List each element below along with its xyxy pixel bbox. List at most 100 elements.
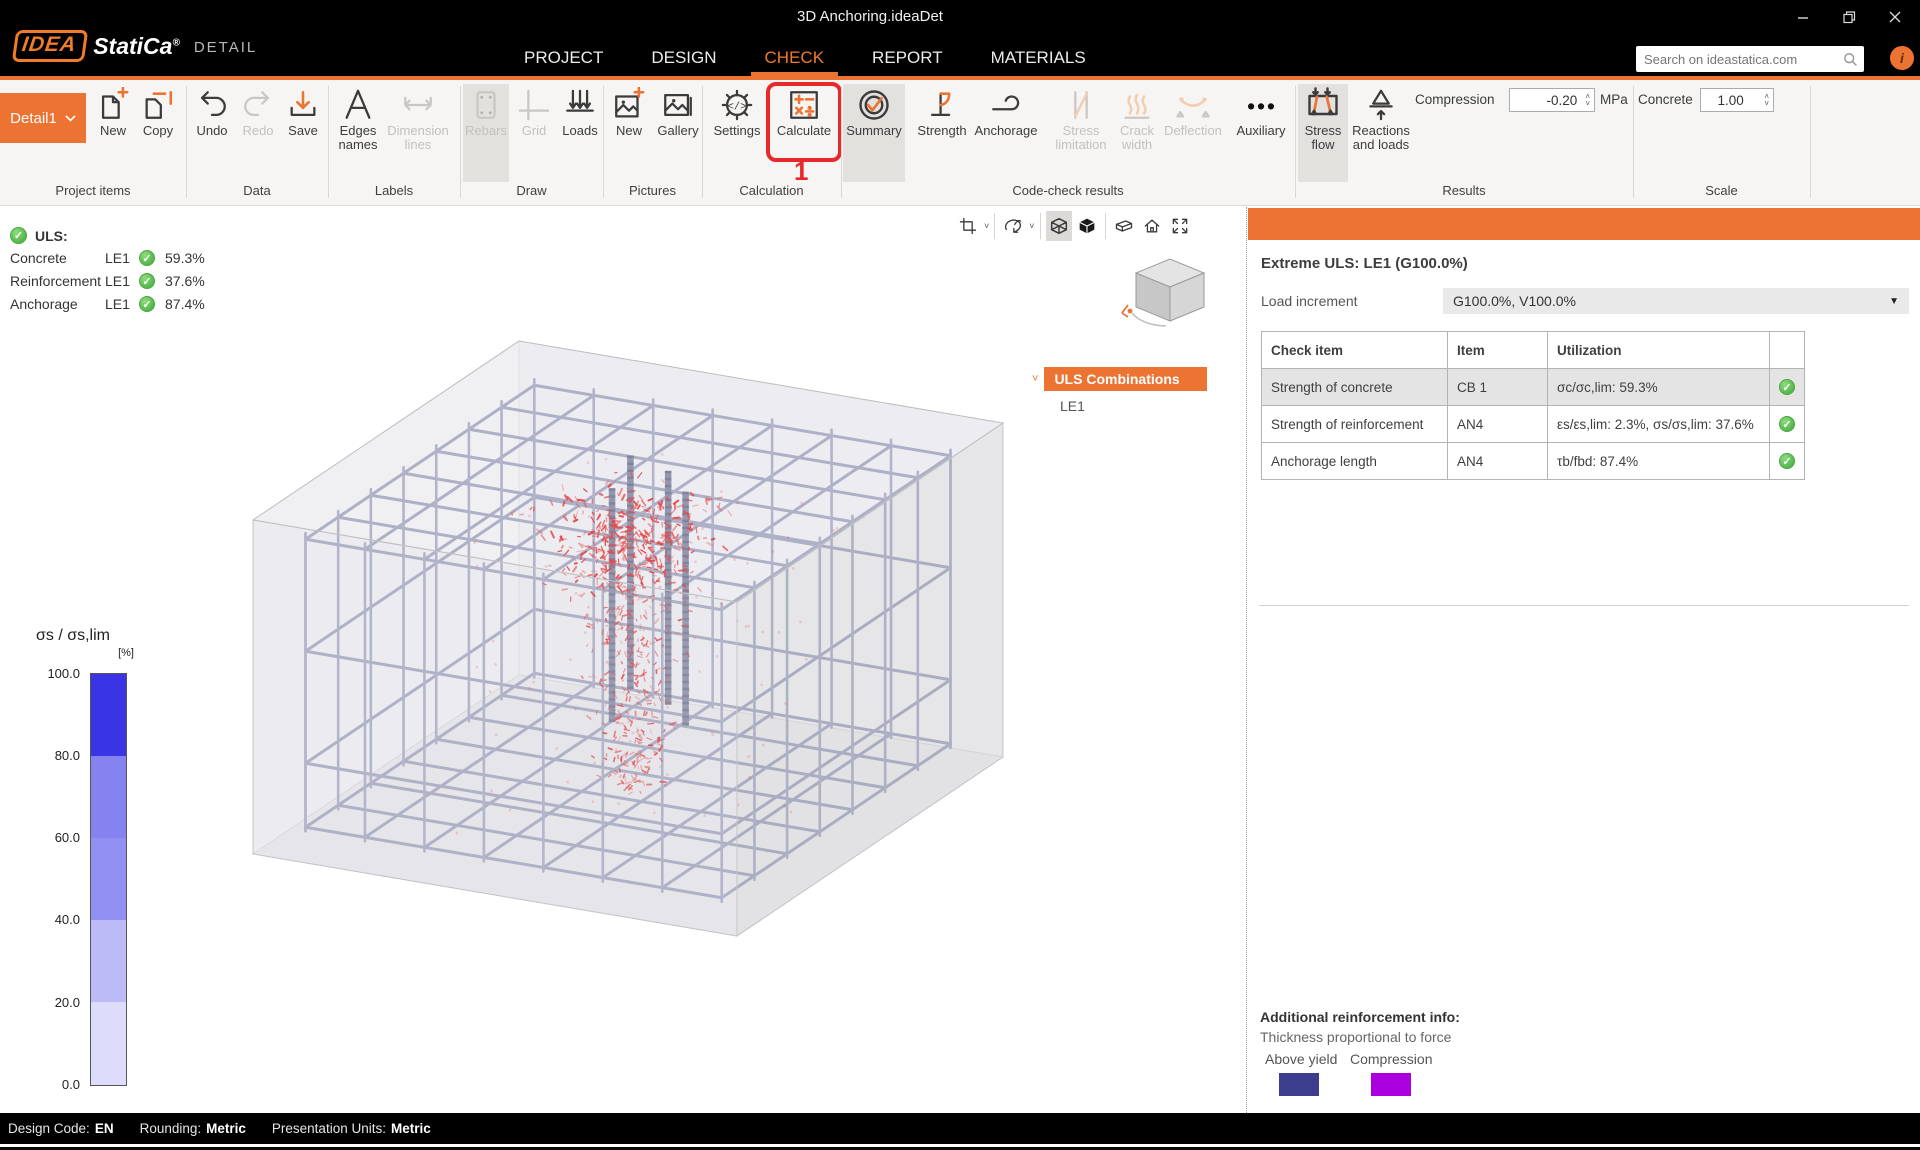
anchorage-button[interactable]: Anchorage [972, 84, 1040, 182]
compression-legend-label: Compression [1350, 1051, 1433, 1067]
dimension-lines-button: Dimension lines [386, 84, 450, 182]
spinner-arrows-icon[interactable]: ˄ ˅ [1760, 92, 1773, 107]
check-ok-icon: ✓ [1779, 453, 1795, 469]
orbit-tool-icon[interactable] [1000, 211, 1026, 241]
product-name: DETAIL [193, 39, 258, 56]
table-row[interactable]: Strength of concrete CB 1 σc/σc,lim: 59.… [1261, 368, 1805, 406]
legend-title: σs / σs,lim [36, 627, 110, 644]
status-design-code: Design Code: EN [8, 1121, 114, 1136]
check-results-table: Check item Item Utilization Strength of … [1261, 331, 1805, 480]
auxiliary-button[interactable]: Auxiliary [1231, 84, 1291, 182]
group-draw: Draw [516, 183, 547, 198]
svg-text:</>: </> [727, 101, 746, 113]
rebars-icon [476, 91, 496, 119]
picture-new-button[interactable]: New [607, 84, 651, 182]
legend-tick: 0.0 [61, 1077, 80, 1092]
dimension-arrow-icon [404, 96, 432, 111]
dropdown-arrow-icon: ▼ [1889, 295, 1899, 307]
undo-button[interactable]: Undo [190, 84, 234, 182]
navigation-cube[interactable] [1118, 247, 1218, 333]
copy-icon [145, 90, 173, 119]
info-icon[interactable]: i [1890, 46, 1914, 70]
wireframe-view-icon[interactable] [1045, 211, 1072, 241]
result-color-legend: σs / σs,lim [%] 100.0 80.0 60.0 40.0 20.… [28, 627, 148, 1092]
results-panel: Extreme ULS: LE1 (G100.0%) Load incremen… [1246, 207, 1920, 1113]
search-box[interactable] [1636, 46, 1864, 72]
search-input[interactable] [1642, 50, 1843, 68]
idea-statica-logo: IDEA StatiCa® DETAIL [11, 30, 258, 62]
status-presentation-units: Presentation Units: Metric [271, 1121, 431, 1136]
panel-header-bar [1248, 208, 1920, 240]
new-picture-icon [615, 87, 645, 118]
copy-item-button[interactable]: Copy [136, 84, 180, 182]
tab-design[interactable]: DESIGN [627, 40, 740, 76]
summary-button[interactable]: Summary [843, 84, 905, 182]
group-results: Results [1442, 183, 1486, 198]
compression-input[interactable]: -0.20 ˄ ˅ [1509, 88, 1595, 112]
additional-info-title: Additional reinforcement info: [1260, 1009, 1460, 1025]
detail-selector-dropdown[interactable]: Detail1 [0, 93, 86, 143]
settings-button[interactable]: </> Settings [708, 84, 766, 182]
deflection-icon [1176, 97, 1210, 118]
maximize-button[interactable] [1826, 4, 1872, 30]
reactions-icon [1369, 89, 1393, 121]
tab-check[interactable]: CHECK [741, 40, 849, 80]
save-button[interactable]: Save [281, 84, 325, 182]
group-code-check-results: Code-check results [1012, 183, 1124, 198]
search-icon [1844, 52, 1857, 66]
strength-button[interactable]: Strength [911, 84, 973, 182]
tab-report[interactable]: REPORT [848, 40, 967, 76]
summary-check-icon [859, 90, 889, 120]
legend-color-bar [90, 673, 127, 1086]
table-row[interactable]: Strength of reinforcement AN4 εs/εs,lim:… [1261, 405, 1805, 443]
fullscreen-icon[interactable] [1167, 211, 1193, 241]
above-yield-label: Above yield [1265, 1051, 1338, 1067]
chevron-down-icon[interactable]: ˅ [1029, 221, 1034, 231]
calculate-icon [790, 91, 818, 119]
grid-button: Grid [512, 84, 556, 182]
edges-names-button[interactable]: Edges names [330, 84, 386, 182]
concrete-scale-input[interactable]: 1.00 ˄ ˅ [1700, 88, 1774, 112]
stress-limitation-button: Stress limitation [1048, 84, 1114, 182]
check-ok-icon: ✓ [1779, 416, 1795, 432]
crack-width-icon [1124, 93, 1150, 119]
legend-tick: 80.0 [54, 748, 80, 763]
chevron-down-icon[interactable]: ˅ [1032, 373, 1038, 385]
extreme-uls-title: Extreme ULS: LE1 (G100.0%) [1261, 255, 1468, 272]
close-button[interactable] [1872, 4, 1918, 30]
deflection-button: Deflection [1162, 84, 1224, 182]
chevron-down-icon[interactable]: ˅ [984, 221, 989, 231]
check-ok-icon: ✓ [139, 273, 155, 289]
stress-flow-button[interactable]: Stress flow [1298, 84, 1348, 182]
reactions-loads-button[interactable]: Reactions and loads [1348, 84, 1414, 182]
tab-project[interactable]: PROJECT [500, 40, 627, 76]
load-increment-dropdown[interactable]: G100.0%, V100.0% ▼ [1443, 288, 1909, 314]
loads-button[interactable]: Loads [557, 84, 603, 182]
check-ok-icon: ✓ [10, 227, 27, 244]
loads-arrows-icon [566, 89, 594, 112]
gallery-button[interactable]: Gallery [652, 84, 704, 182]
spinner-arrows-icon[interactable]: ˄ ˅ [1581, 92, 1594, 107]
clipping-tool-icon[interactable] [955, 211, 981, 241]
tree-item-le1[interactable]: LE1 [1060, 398, 1207, 414]
tree-item-uls-combinations[interactable]: ULS Combinations [1044, 367, 1208, 391]
logo-statica-text: StatiCa® [93, 32, 180, 59]
undo-icon [200, 91, 226, 117]
table-row[interactable]: Anchorage length AN4 τb/fbd: 87.4% ✓ [1261, 442, 1805, 480]
solid-view-icon[interactable] [1074, 211, 1100, 241]
model-viewport[interactable]: ✓ ULS: Concrete LE1 ✓ 59.3% Reinforcement LE… [0, 207, 1245, 1113]
tab-materials[interactable]: MATERIALS [967, 40, 1110, 76]
minimize-button[interactable] [1780, 4, 1826, 30]
title-bar: 3D Anchoring.ideaDet IDEA StatiCa® DETAI… [0, 0, 1920, 80]
uls-row-concrete: Concrete LE1 ✓ 59.3% [10, 250, 205, 266]
grid-axes-icon [518, 89, 550, 121]
letter-a-icon [345, 89, 371, 119]
check-ok-icon: ✓ [139, 250, 155, 266]
home-view-icon[interactable] [1139, 211, 1165, 241]
gallery-icon [664, 93, 692, 117]
legend-tick: 100.0 [47, 666, 80, 681]
redo-icon [244, 91, 270, 117]
new-item-button[interactable]: New [91, 84, 135, 182]
legend-tick: 60.0 [54, 830, 80, 845]
section-view-icon[interactable] [1111, 211, 1137, 241]
